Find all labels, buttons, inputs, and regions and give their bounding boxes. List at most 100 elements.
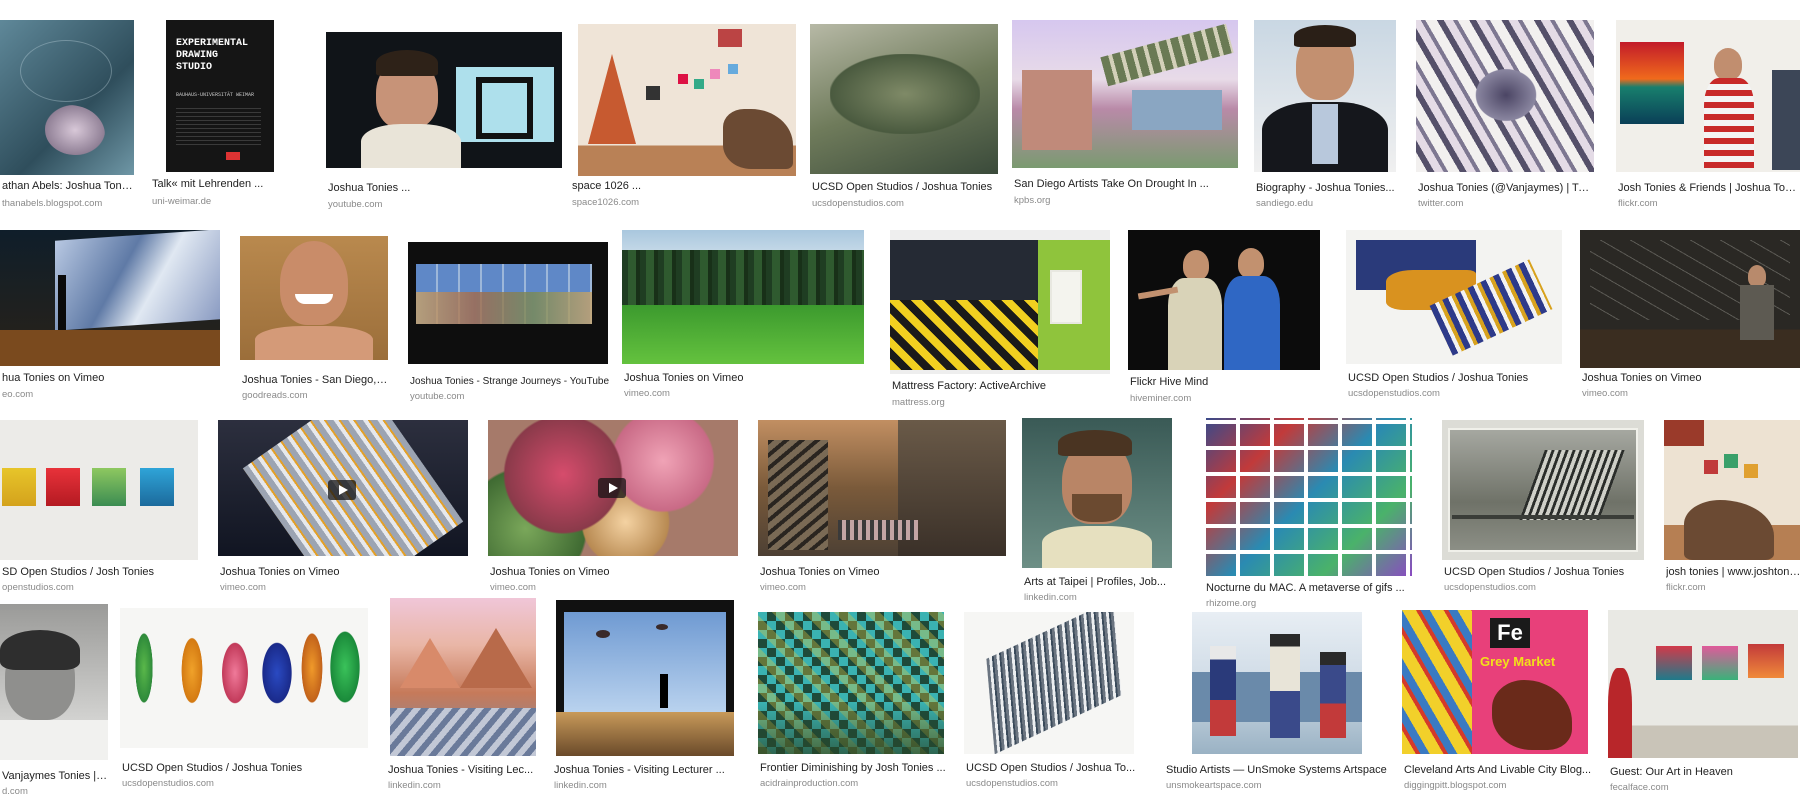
image-result[interactable]: Josh Tonies & Friends | Joshua Tonies ..… xyxy=(1616,20,1800,210)
result-title[interactable]: Josh Tonies & Friends | Joshua Tonies ..… xyxy=(1618,182,1800,194)
image-result[interactable]: Joshua Tonies - Visiting Lecturer ... li… xyxy=(552,600,744,800)
image-result[interactable]: Joshua Tonies - Visiting Lec... linkedin… xyxy=(386,598,540,800)
result-thumbnail[interactable] xyxy=(1254,20,1396,172)
image-result[interactable]: Joshua Tonies - Strange Journeys - YouTu… xyxy=(408,230,610,402)
result-title[interactable]: Joshua Tonies - Visiting Lec... xyxy=(388,764,538,776)
result-title[interactable]: Joshua Tonies - Strange Journeys - YouTu… xyxy=(410,376,610,387)
result-thumbnail[interactable] xyxy=(240,236,388,360)
image-result[interactable]: Joshua Tonies on Vimeo vimeo.com xyxy=(1580,230,1800,400)
image-result[interactable]: Guest: Our Art in Heaven fecalface.com xyxy=(1608,610,1800,800)
result-thumbnail[interactable] xyxy=(890,230,1110,374)
result-title[interactable]: Studio Artists — UnSmoke Systems Artspac… xyxy=(1166,764,1388,776)
result-thumbnail[interactable] xyxy=(0,420,198,560)
result-thumbnail[interactable] xyxy=(1608,610,1798,758)
image-result[interactable]: Vanjaymes Tonies | ... d.com xyxy=(0,604,110,800)
image-result[interactable]: UCSD Open Studios / Joshua Tonies ucsdop… xyxy=(1346,230,1564,400)
image-result[interactable]: Joshua Tonies on Vimeo vimeo.com xyxy=(758,420,1008,595)
result-thumbnail[interactable] xyxy=(964,612,1134,754)
image-result[interactable]: UCSD Open Studios / Joshua Tonies ucsdop… xyxy=(810,20,1000,210)
result-thumbnail[interactable] xyxy=(1580,230,1800,368)
result-title[interactable]: UCSD Open Studios / Joshua Tonies xyxy=(812,181,1000,193)
result-thumbnail[interactable] xyxy=(0,20,134,175)
result-title[interactable]: Joshua Tonies on Vimeo xyxy=(1582,372,1800,384)
result-thumbnail[interactable] xyxy=(758,612,944,754)
result-title[interactable]: Arts at Taipei | Profiles, Job... xyxy=(1024,576,1172,588)
result-thumbnail[interactable] xyxy=(1442,420,1644,560)
result-title[interactable]: Mattress Factory: ActiveArchive xyxy=(892,380,1110,392)
image-result[interactable]: Studio Artists — UnSmoke Systems Artspac… xyxy=(1164,612,1388,800)
result-thumbnail[interactable] xyxy=(758,420,1006,556)
result-thumbnail[interactable] xyxy=(622,230,864,364)
result-title[interactable]: Nocturne du MAC. A metaverse of gifs ... xyxy=(1206,582,1412,594)
result-title[interactable]: josh tonies | www.joshtonies.c... xyxy=(1666,566,1800,578)
result-thumbnail[interactable] xyxy=(408,242,608,364)
result-title[interactable]: Joshua Tonies on Vimeo xyxy=(760,566,1006,578)
result-title[interactable]: Joshua Tonies - Visiting Lecturer ... xyxy=(554,764,740,776)
image-result[interactable]: UCSD Open Studios / Joshua Tonies ucsdop… xyxy=(1442,420,1646,595)
image-result[interactable]: Fe Grey Market Cleveland Arts And Livabl… xyxy=(1402,610,1596,800)
image-result[interactable]: UCSD Open Studios / Joshua Tonies ucsdop… xyxy=(120,604,370,800)
result-title[interactable]: San Diego Artists Take On Drought In ... xyxy=(1014,178,1234,190)
image-result[interactable]: Joshua Tonies ... youtube.com xyxy=(326,20,562,210)
result-title[interactable]: Joshua Tonies - San Diego, ... xyxy=(242,374,388,386)
result-thumbnail[interactable] xyxy=(810,24,998,174)
result-thumbnail[interactable]: Fe Grey Market xyxy=(1402,610,1588,754)
result-title[interactable]: Joshua Tonies on Vimeo xyxy=(220,566,468,578)
image-result[interactable]: Joshua Tonies on Vimeo vimeo.com xyxy=(218,420,470,595)
result-thumbnail[interactable] xyxy=(1022,418,1172,568)
result-thumbnail[interactable] xyxy=(1206,418,1412,576)
result-thumbnail[interactable] xyxy=(1346,230,1562,364)
image-result[interactable]: Flickr Hive Mind hiveminer.com xyxy=(1128,230,1322,410)
result-thumbnail[interactable] xyxy=(1416,20,1594,172)
image-result[interactable]: josh tonies | www.joshtonies.c... flickr… xyxy=(1664,420,1800,595)
result-thumbnail[interactable] xyxy=(1128,230,1320,370)
image-result[interactable]: Frontier Diminishing by Josh Tonies ... … xyxy=(758,612,952,800)
image-result[interactable]: Joshua Tonies - San Diego, ... goodreads… xyxy=(240,230,390,401)
result-thumbnail[interactable]: EXPERIMENTAL DRAWING STUDIO BAUHAUS-UNIV… xyxy=(166,20,274,172)
image-result[interactable]: space 1026 ... space1026.com xyxy=(570,20,796,210)
image-result[interactable]: Mattress Factory: ActiveArchive mattress… xyxy=(890,230,1112,410)
play-icon[interactable] xyxy=(328,480,356,500)
result-thumbnail[interactable] xyxy=(488,420,738,556)
result-title[interactable]: UCSD Open Studios / Joshua To... xyxy=(966,762,1136,774)
image-result[interactable]: Arts at Taipei | Profiles, Job... linked… xyxy=(1022,418,1174,603)
result-thumbnail[interactable] xyxy=(1012,20,1238,168)
result-title[interactable]: space 1026 ... xyxy=(572,180,792,192)
result-title[interactable]: Joshua Tonies (@Vanjaymes) | Twi... xyxy=(1418,182,1596,194)
result-title[interactable]: UCSD Open Studios / Joshua Tonies xyxy=(122,762,368,774)
result-thumbnail[interactable] xyxy=(120,608,368,748)
result-title[interactable]: Flickr Hive Mind xyxy=(1130,376,1320,388)
result-title[interactable]: Joshua Tonies on Vimeo xyxy=(624,372,864,384)
result-title[interactable]: Frontier Diminishing by Josh Tonies ... xyxy=(760,762,952,774)
result-title[interactable]: hua Tonies on Vimeo xyxy=(2,372,220,384)
result-title[interactable]: UCSD Open Studios / Joshua Tonies xyxy=(1444,566,1644,578)
result-thumbnail[interactable] xyxy=(390,598,536,756)
image-result[interactable]: Joshua Tonies on Vimeo vimeo.com xyxy=(622,230,866,400)
image-result[interactable]: Biography - Joshua Tonies... sandiego.ed… xyxy=(1254,20,1396,210)
image-result[interactable]: Joshua Tonies on Vimeo vimeo.com xyxy=(488,420,740,595)
result-title[interactable]: UCSD Open Studios / Joshua Tonies xyxy=(1348,372,1562,384)
result-title[interactable]: Vanjaymes Tonies | ... xyxy=(2,770,108,782)
image-result[interactable]: San Diego Artists Take On Drought In ...… xyxy=(1012,20,1240,210)
image-result[interactable]: Nocturne du MAC. A metaverse of gifs ...… xyxy=(1204,418,1414,609)
result-thumbnail[interactable] xyxy=(1192,612,1362,754)
result-title[interactable]: Guest: Our Art in Heaven xyxy=(1610,766,1800,778)
result-thumbnail[interactable] xyxy=(0,604,108,760)
result-title[interactable]: Joshua Tonies on Vimeo xyxy=(490,566,738,578)
image-result[interactable]: athan Abels: Joshua Tonie... thanabels.b… xyxy=(0,20,134,210)
result-thumbnail[interactable] xyxy=(556,600,734,756)
result-thumbnail[interactable] xyxy=(218,420,468,556)
result-title[interactable]: SD Open Studios / Josh Tonies xyxy=(2,566,198,578)
result-title[interactable]: Joshua Tonies ... xyxy=(328,182,558,194)
image-result[interactable]: hua Tonies on Vimeo eo.com xyxy=(0,230,222,400)
result-title[interactable]: Biography - Joshua Tonies... xyxy=(1256,182,1396,194)
result-thumbnail[interactable] xyxy=(0,230,220,366)
result-thumbnail[interactable] xyxy=(1616,20,1800,172)
image-result[interactable]: EXPERIMENTAL DRAWING STUDIO BAUHAUS-UNIV… xyxy=(150,20,290,210)
result-title[interactable]: Cleveland Arts And Livable City Blog... xyxy=(1404,764,1596,776)
result-thumbnail[interactable] xyxy=(1664,420,1800,560)
result-thumbnail[interactable] xyxy=(326,32,562,168)
image-result[interactable]: Joshua Tonies (@Vanjaymes) | Twi... twit… xyxy=(1416,20,1596,210)
image-result[interactable]: SD Open Studios / Josh Tonies openstudio… xyxy=(0,420,200,595)
image-result[interactable]: UCSD Open Studios / Joshua To... ucsdope… xyxy=(964,612,1136,800)
